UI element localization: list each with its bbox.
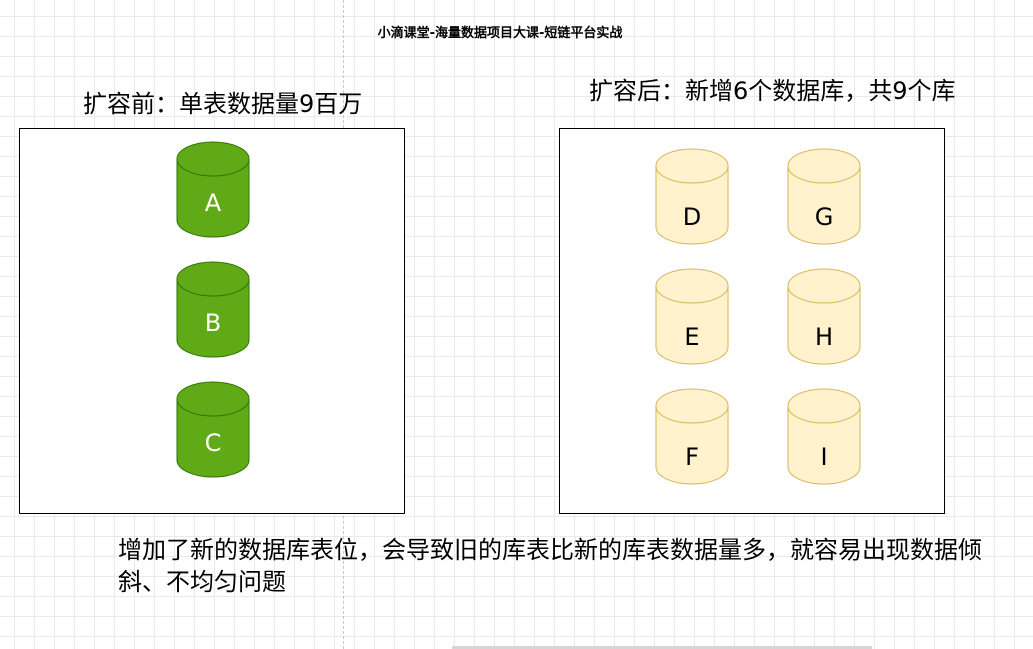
database-cylinder[interactable]: G (787, 148, 861, 245)
before-heading: 扩容前：单表数据量9百万 (83, 90, 363, 118)
after-heading: 扩容后：新增6个数据库，共9个库 (589, 77, 956, 105)
database-label: A (204, 189, 222, 217)
explanation-note: 增加了新的数据库表位，会导致旧的库表比新的库表数据量多，就容易出现数据倾斜、不均… (118, 536, 982, 596)
database-label: D (682, 203, 702, 231)
database-cylinder[interactable]: B (176, 261, 250, 358)
database-cylinder[interactable]: H (787, 268, 861, 365)
database-cylinder[interactable]: D (655, 148, 729, 245)
database-cylinder[interactable]: A (176, 141, 250, 238)
database-label: F (685, 443, 699, 471)
database-label: B (204, 309, 222, 337)
database-cylinder[interactable]: I (787, 388, 861, 485)
before-box[interactable]: A B C (19, 128, 405, 514)
database-cylinder[interactable]: E (655, 268, 729, 365)
database-label: C (204, 429, 222, 457)
database-label: E (684, 323, 700, 351)
after-box[interactable]: D G E H F I (559, 128, 945, 514)
database-label: I (820, 443, 828, 471)
database-cylinder[interactable]: F (655, 388, 729, 485)
database-cylinder[interactable]: C (176, 381, 250, 478)
database-label: H (814, 323, 834, 351)
database-label: G (814, 203, 834, 231)
page-title: 小滴课堂-海量数据项目大课-短链平台实战 (377, 26, 623, 41)
